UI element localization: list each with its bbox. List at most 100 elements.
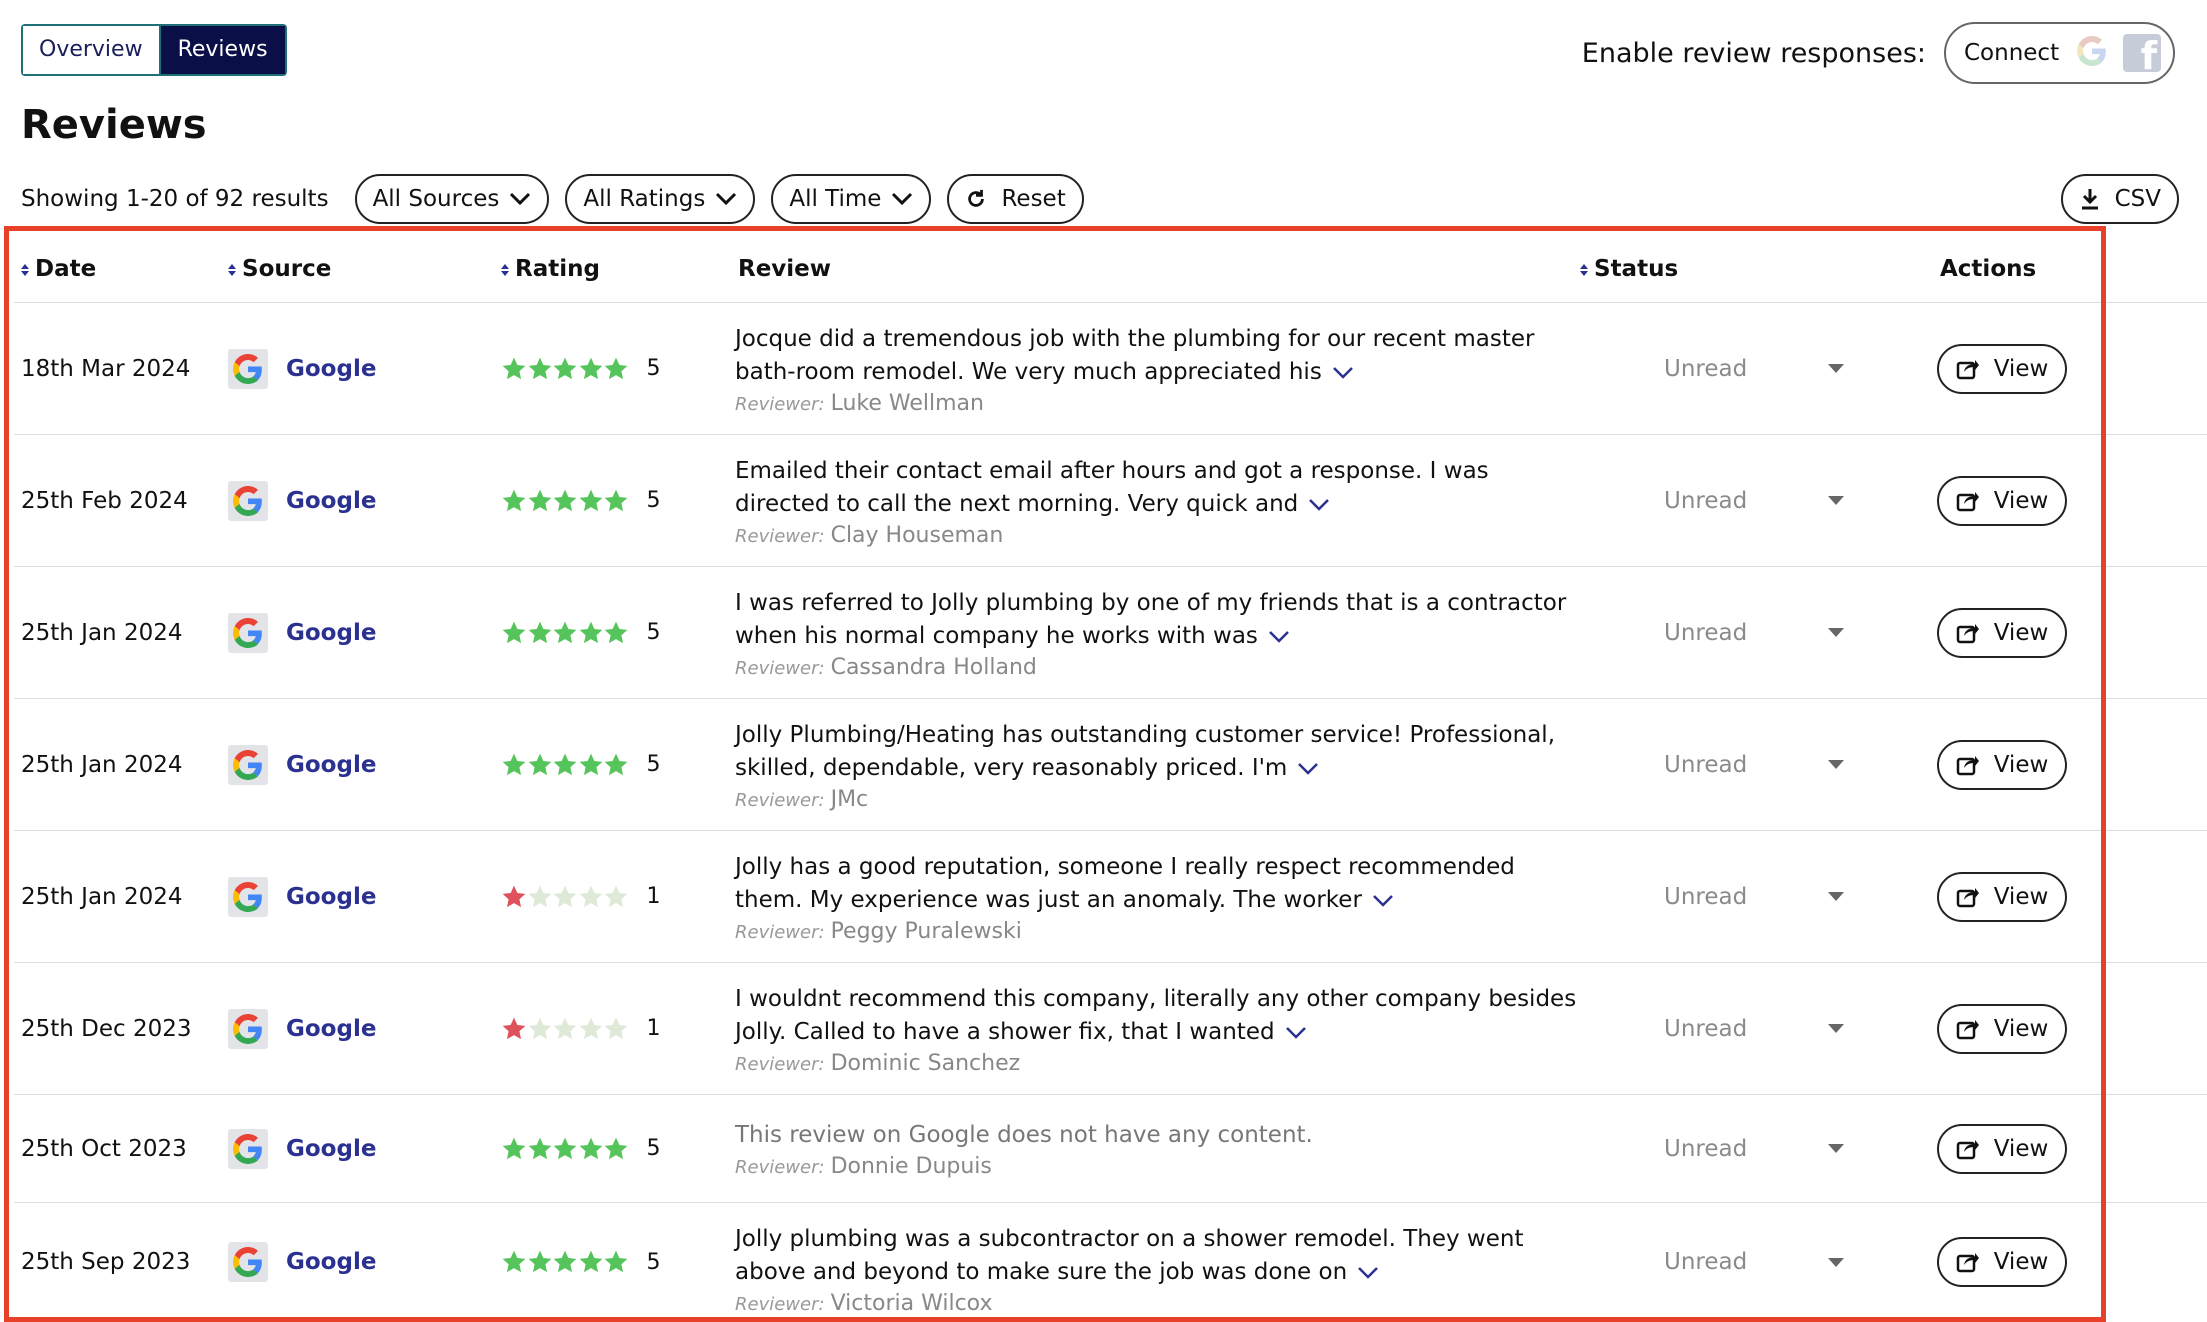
review-excerpt: This review on Google does not have any … — [735, 1122, 1313, 1148]
review-cell: Emailed their contact email after hours … — [735, 455, 1585, 548]
star-icon — [528, 1137, 551, 1159]
reviews-page: Overview Reviews Enable review responses… — [0, 0, 2207, 1322]
status-header-label: Status — [1594, 256, 1679, 282]
view-button[interactable]: View — [1937, 343, 2067, 394]
star-icon — [579, 1017, 602, 1039]
review-text: Jolly plumbing was a subcontractor on a … — [735, 1223, 1585, 1289]
star-rating — [501, 1136, 629, 1162]
view-button[interactable]: View — [1937, 739, 2067, 790]
source-link[interactable]: Google — [286, 488, 376, 514]
chevron-down-icon[interactable] — [1372, 894, 1394, 908]
rating-value: 5 — [646, 488, 661, 513]
review-excerpt: I wouldnt recommend this company, litera… — [735, 986, 1577, 1045]
source-header[interactable]: Source — [228, 256, 331, 282]
sort-icon — [21, 263, 29, 276]
source-link[interactable]: Google — [286, 620, 376, 646]
status-dropdown[interactable]: Unread — [1664, 613, 1844, 653]
caret-down-icon — [1828, 760, 1844, 769]
tab-reviews[interactable]: Reviews — [160, 26, 285, 74]
star-icon — [579, 1137, 602, 1159]
status-dropdown[interactable]: Unread — [1664, 481, 1844, 521]
google-g-icon — [228, 1242, 268, 1282]
review-date: 25th Feb 2024 — [21, 487, 188, 514]
source-link[interactable]: Google — [286, 884, 376, 910]
chevron-down-icon[interactable] — [1308, 498, 1330, 512]
facebook-icon: f — [2123, 34, 2162, 72]
google-g-icon — [2077, 36, 2107, 70]
reset-button[interactable]: Reset — [947, 174, 1084, 224]
caret-down-icon — [1828, 1024, 1844, 1033]
star-icon — [579, 357, 602, 379]
star-icon — [502, 1250, 526, 1273]
table-row: 25th Dec 2023 Google 1 I wouldnt recommend … — [14, 963, 2207, 1095]
source-link[interactable]: Google — [286, 1249, 376, 1275]
review-cell: This review on Google does not have any … — [735, 1119, 1585, 1179]
table-row: 25th Jan 2024 Google 5 I was referred to Jo… — [14, 567, 2207, 699]
status-value: Unread — [1664, 1135, 1748, 1162]
status-header[interactable]: Status — [1580, 256, 1678, 282]
review-source: Google — [228, 744, 376, 785]
page-title: Reviews — [21, 102, 207, 148]
rating-value: 5 — [646, 752, 661, 777]
table-row: 25th Jan 2024 Google 5 Jolly Plumbing/Heati… — [14, 699, 2207, 831]
view-button[interactable]: View — [1937, 607, 2067, 658]
source-link[interactable]: Google — [286, 752, 376, 778]
view-button[interactable]: View — [1937, 1003, 2067, 1054]
star-icon — [579, 1250, 602, 1273]
table-body: 18th Mar 2024 Google 5 Jocque did a tremend… — [14, 303, 2207, 1321]
chevron-down-icon[interactable] — [1268, 630, 1290, 644]
source-link[interactable]: Google — [286, 1016, 376, 1042]
view-button[interactable]: View — [1937, 475, 2067, 526]
view-button[interactable]: View — [1937, 871, 2067, 922]
review-excerpt: Emailed their contact email after hours … — [735, 458, 1489, 517]
star-rating — [501, 752, 629, 778]
reviewer-label: Reviewer: — [735, 1157, 825, 1178]
star-icon — [579, 621, 602, 643]
chevron-down-icon[interactable] — [1332, 366, 1354, 380]
star-icon — [579, 753, 602, 775]
csv-export-button[interactable]: CSV — [2060, 174, 2179, 224]
review-cell: Jolly has a good reputation, someone I r… — [735, 851, 1585, 944]
ratings-filter[interactable]: All Ratings — [565, 174, 756, 224]
reviewer-line: Reviewer: Clay Houseman — [735, 523, 1585, 548]
google-g-icon — [228, 612, 268, 653]
status-dropdown[interactable]: Unread — [1664, 877, 1844, 917]
chevron-down-icon[interactable] — [1285, 1026, 1307, 1040]
connect-button[interactable]: Connect f — [1944, 22, 2175, 84]
review-source: Google — [228, 348, 376, 389]
caret-down-icon — [1828, 364, 1844, 373]
results-count: Showing 1-20 of 92 results — [21, 186, 329, 212]
sources-filter-label: All Sources — [372, 186, 500, 212]
status-dropdown[interactable]: Unread — [1664, 1129, 1844, 1169]
view-tabs: Overview Reviews — [21, 24, 287, 76]
status-dropdown[interactable]: Unread — [1664, 1009, 1844, 1049]
source-link[interactable]: Google — [286, 356, 376, 382]
view-button[interactable]: View — [1937, 1123, 2067, 1174]
status-dropdown[interactable]: Unread — [1664, 349, 1844, 389]
reviewer-label: Reviewer: — [735, 1294, 825, 1315]
review-date: 25th Dec 2023 — [21, 1015, 192, 1042]
rating-header[interactable]: Rating — [501, 256, 600, 282]
chevron-down-icon[interactable] — [1297, 762, 1319, 776]
status-dropdown[interactable]: Unread — [1664, 745, 1844, 785]
review-excerpt: I was referred to Jolly plumbing by one … — [735, 590, 1567, 649]
tab-overview[interactable]: Overview — [23, 26, 161, 74]
status-value: Unread — [1664, 883, 1748, 910]
source-link[interactable]: Google — [286, 1136, 376, 1162]
view-label: View — [1993, 751, 2049, 778]
star-icon — [528, 621, 551, 643]
chevron-down-icon[interactable] — [1357, 1266, 1379, 1280]
table-header: Date Source Rating Review Status Actions — [14, 236, 2207, 303]
review-date: 25th Sep 2023 — [21, 1249, 191, 1275]
review-cell: Jolly plumbing was a subcontractor on a … — [735, 1223, 1585, 1316]
reviewer-line: Reviewer: Peggy Puralewski — [735, 919, 1585, 944]
time-filter[interactable]: All Time — [771, 174, 932, 224]
star-rating — [501, 1016, 629, 1042]
date-header[interactable]: Date — [21, 256, 96, 282]
status-dropdown[interactable]: Unread — [1664, 1242, 1844, 1282]
view-button[interactable]: View — [1937, 1237, 2067, 1287]
star-icon — [553, 1017, 577, 1039]
reviewer-name: Dominic Sanchez — [830, 1051, 1021, 1076]
sources-filter[interactable]: All Sources — [354, 174, 550, 224]
star-icon — [604, 621, 628, 643]
